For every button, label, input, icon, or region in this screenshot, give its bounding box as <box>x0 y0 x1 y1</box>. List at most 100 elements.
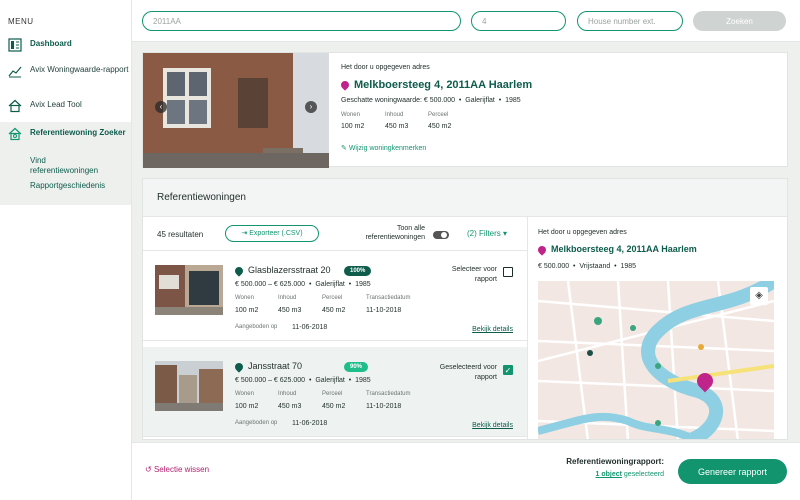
detail-caption: Het door u opgegeven adres <box>538 229 627 236</box>
listing-thumbnail <box>155 265 223 315</box>
house-number-ext-input[interactable] <box>577 11 683 31</box>
address-title: Melkboersteeg 4, 2011AA Haarlem <box>339 79 532 91</box>
footer-bar: ↺ Selectie wissen Referentiewoningrappor… <box>132 442 800 500</box>
spec-value: 450 m3 <box>385 123 409 130</box>
spec-label: Transactiedatum <box>366 391 411 397</box>
location-pin-icon <box>233 360 245 373</box>
photo-prev-button[interactable]: ‹ <box>155 101 167 113</box>
spec-value: 11-10-2018 <box>366 307 402 314</box>
listing-title: Glasblazersstraat 20 <box>233 264 331 277</box>
selected-count[interactable]: 1 object geselecteerd <box>550 471 664 478</box>
listing-meta: € 500.000 – € 625.000 • Galerijflat • 19… <box>235 377 371 384</box>
sidebar-item-label: Avix Lead Tool <box>30 100 82 109</box>
address-card: ‹ › Het door u opgegeven adres Melkboers… <box>142 52 788 168</box>
pencil-icon: ✎ <box>341 145 347 152</box>
listing-thumbnail <box>155 361 223 411</box>
spec-label: Wonen <box>235 295 254 301</box>
spec-label: Perceel <box>322 391 343 397</box>
house-number-input[interactable] <box>471 11 566 31</box>
edit-characteristics-link[interactable]: ✎ Wijzig woningkenmerken <box>341 144 426 152</box>
spec-label: Inhoud <box>278 295 297 301</box>
chart-house-icon <box>8 66 22 78</box>
sidebar: MENU Dashboard Avix Woningwaarde-rapport… <box>0 0 132 500</box>
spec-value: 100 m2 <box>341 123 365 130</box>
offered-date: 11-06-2018 <box>292 420 328 427</box>
sidebar-item-lead-tool[interactable]: Avix Lead Tool <box>0 99 131 113</box>
search-bar: Zoeken <box>132 0 800 42</box>
detail-pane: Het door u opgegeven adres Melkboersteeg… <box>527 217 787 439</box>
spec-label: Wonen <box>235 391 254 397</box>
location-pin-icon <box>339 79 351 91</box>
offered-label: Aangeboden op <box>235 324 278 330</box>
layers-icon[interactable]: ◈ <box>750 287 768 305</box>
listing-title: Jansstraat 70 <box>233 360 302 373</box>
sidebar-item-dashboard[interactable]: Dashboard <box>0 38 131 52</box>
spec-label: Inhoud <box>278 391 297 397</box>
dashboard-icon <box>8 38 22 52</box>
match-badge: 90% <box>344 362 369 372</box>
filters-dropdown[interactable]: (2) Filters ▾ <box>467 229 507 238</box>
search-button[interactable]: Zoeken <box>693 11 786 31</box>
spec-label: Perceel <box>428 112 449 118</box>
postcode-input[interactable] <box>142 11 461 31</box>
reference-title: Referentiewoningen <box>157 192 246 203</box>
spec-label: Wonen <box>341 112 360 118</box>
report-label: Referentiewoningrapport: <box>566 457 664 466</box>
spec-label: Transactiedatum <box>366 295 411 301</box>
show-all-toggle[interactable] <box>433 231 449 239</box>
sidebar-item-referentiewoning-zoeker[interactable]: Referentiewoning Zoeker <box>0 122 131 148</box>
export-csv-button[interactable]: ⇥ Exporteer (.CSV) <box>225 225 319 242</box>
listing-meta: € 500.000 – € 625.000 • Galerijflat • 19… <box>235 281 371 288</box>
select-checkbox[interactable]: ✓ <box>503 365 513 375</box>
select-for-report-label: Geselecteerd voor rapport <box>439 364 497 381</box>
sidebar-item-label: Referentiewoning Zoeker <box>30 128 126 137</box>
map[interactable]: ◈ <box>538 281 774 439</box>
house-photo: ‹ › <box>143 53 329 168</box>
undo-icon: ↺ <box>145 465 152 474</box>
detail-title: Melkboersteeg 4, 2011AA Haarlem <box>536 243 697 256</box>
spec-label: Perceel <box>322 295 343 301</box>
house-search-icon <box>8 127 22 141</box>
reference-header: Referentiewoningen <box>143 179 787 217</box>
chevron-down-icon: ▾ <box>503 229 508 238</box>
offered-label: Aangeboden op <box>235 420 278 426</box>
listing-item[interactable]: Jansstraat 70 90% € 500.000 – € 625.000 … <box>143 347 527 437</box>
sidebar-item-label: Avix Woningwaarde-rapport <box>30 65 129 74</box>
view-details-link[interactable]: Bekijk details <box>472 422 513 429</box>
address-meta: Geschatte woningwaarde: € 500.000 • Gale… <box>341 97 521 104</box>
reference-section: Referentiewoningen 45 resultaten ⇥ Expor… <box>142 178 788 440</box>
checkmark-icon: ✓ <box>504 366 512 375</box>
spec-label: Inhoud <box>385 112 404 118</box>
match-badge: 100% <box>344 266 372 276</box>
spec-value: 450 m3 <box>278 403 302 410</box>
result-count: 45 resultaten <box>157 230 204 239</box>
generate-report-button[interactable]: Genereer rapport <box>678 459 787 484</box>
export-icon: ⇥ <box>241 230 248 237</box>
spec-value: 100 m2 <box>235 307 259 314</box>
spec-value: 450 m3 <box>278 307 302 314</box>
detail-meta: € 500.000 • Vrijstaand • 1985 <box>538 263 637 270</box>
subnav: Vind referentiewoningen Rapportgeschiede… <box>0 147 131 205</box>
listing-item[interactable]: Glasblazersstraat 20 100% € 500.000 – € … <box>143 251 527 341</box>
subnav-item-rapportgeschiedenis[interactable]: Rapportgeschiedenis <box>30 181 105 191</box>
location-pin-icon <box>536 243 548 256</box>
photo-next-button[interactable]: › <box>305 101 317 113</box>
spec-value: 11-10-2018 <box>366 403 402 410</box>
offered-date: 11-06-2018 <box>292 324 328 331</box>
location-pin-icon <box>233 264 245 277</box>
house-icon <box>8 99 22 113</box>
select-checkbox[interactable] <box>503 267 513 277</box>
address-caption: Het door u opgegeven adres <box>341 64 430 71</box>
sidebar-item-label: Dashboard <box>30 39 72 48</box>
spec-value: 450 m2 <box>428 123 452 130</box>
select-for-report-label: Selecteer voor rapport <box>451 266 497 283</box>
view-details-link[interactable]: Bekijk details <box>472 326 513 333</box>
spec-value: 450 m2 <box>322 307 346 314</box>
clear-selection-button[interactable]: ↺ Selectie wissen <box>145 465 209 474</box>
menu-title: MENU <box>8 17 34 26</box>
spec-value: 450 m2 <box>322 403 346 410</box>
subnav-item-vind[interactable]: Vind referentiewoningen <box>30 156 110 176</box>
spec-value: 100 m2 <box>235 403 259 410</box>
sidebar-item-woningwaarde[interactable]: Avix Woningwaarde-rapport <box>0 64 131 78</box>
toggle-all-label: Toon alle referentiewoningen <box>365 225 425 241</box>
